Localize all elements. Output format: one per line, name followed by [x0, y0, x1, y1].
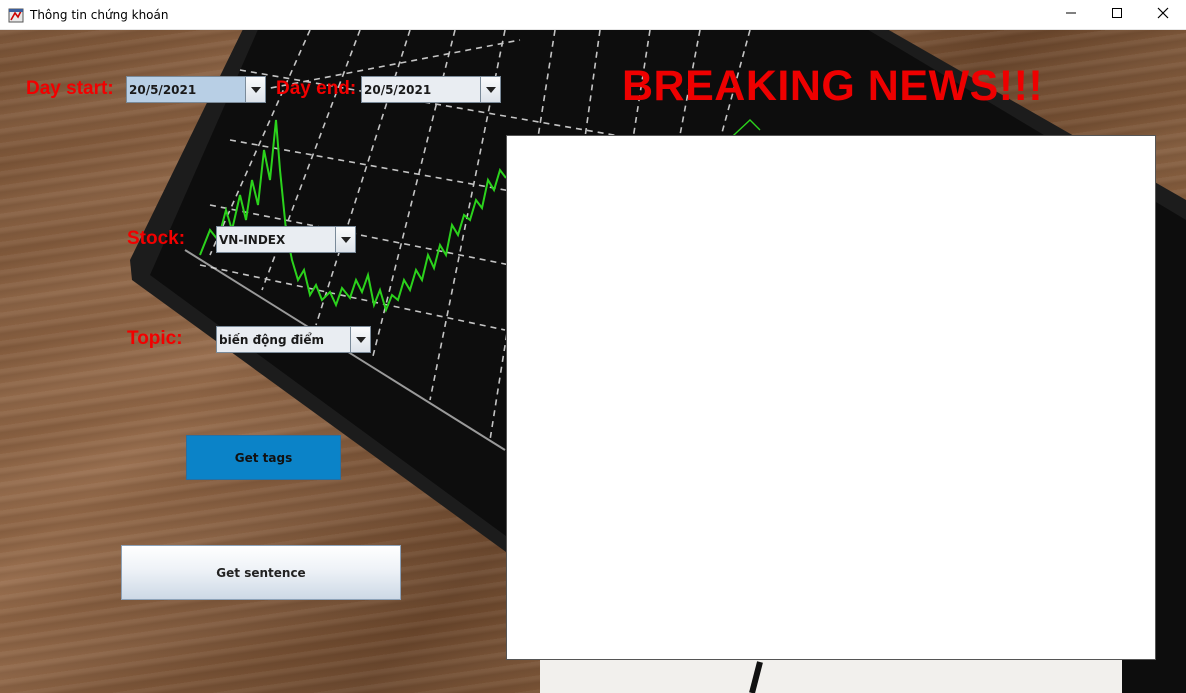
day-end-combobox[interactable]: 20/5/2021: [361, 76, 501, 103]
get-tags-button[interactable]: Get tags: [186, 435, 341, 480]
chevron-down-icon[interactable]: [480, 77, 500, 102]
topic-combobox[interactable]: biến động điểm: [216, 326, 371, 353]
stock-value: VN-INDEX: [219, 233, 286, 247]
topic-label: Topic:: [127, 328, 183, 349]
news-output-textarea[interactable]: [506, 135, 1156, 660]
day-end-label: Day end:: [276, 78, 357, 99]
maximize-button[interactable]: [1094, 0, 1140, 30]
day-start-value: 20/5/2021: [127, 77, 245, 102]
maximize-icon: [1111, 6, 1123, 24]
day-end-value: 20/5/2021: [364, 83, 432, 97]
close-icon: [1157, 6, 1169, 24]
java-app-icon: [8, 7, 24, 23]
day-start-label: Day start:: [26, 78, 114, 99]
stock-combobox[interactable]: VN-INDEX: [216, 226, 356, 253]
minimize-icon: [1065, 6, 1077, 24]
chevron-down-icon[interactable]: [350, 327, 370, 352]
topic-value: biến động điểm: [219, 333, 325, 347]
minimize-button[interactable]: [1048, 0, 1094, 30]
chevron-down-icon[interactable]: [335, 227, 355, 252]
breaking-news-heading: BREAKING NEWS!!!: [622, 62, 1044, 110]
close-button[interactable]: [1140, 0, 1186, 30]
day-start-combobox[interactable]: 20/5/2021: [126, 76, 266, 103]
get-sentence-button[interactable]: Get sentence: [121, 545, 401, 600]
window-title: Thông tin chứng khoán: [30, 8, 169, 22]
app-window: Thông tin chứng khoán Day start: 20/5/20…: [0, 0, 1186, 693]
chevron-down-icon[interactable]: [245, 77, 265, 102]
title-bar: Thông tin chứng khoán: [0, 0, 1186, 30]
stock-label: Stock:: [127, 228, 186, 249]
